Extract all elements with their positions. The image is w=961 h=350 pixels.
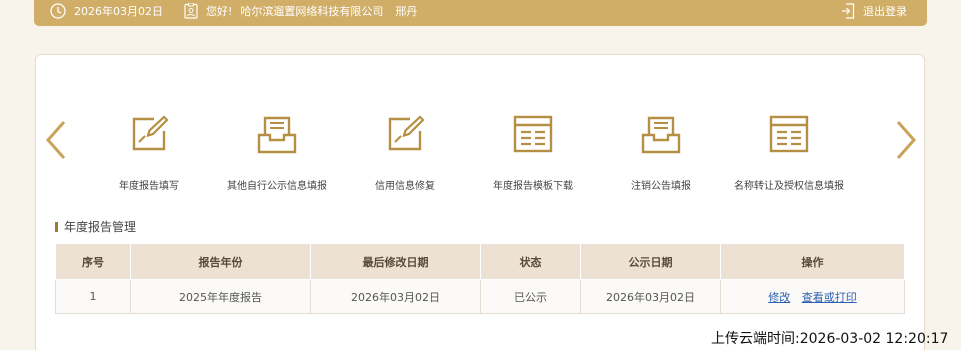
annual-report-table: 序号 报告年份 最后修改日期 状态 公示日期 操作 1 2025年年度报告 20… — [55, 243, 905, 314]
section-title-text: 年度报告管理 — [64, 220, 137, 234]
main-panel: 年度报告填写 其他自行公示信息填报 信用信息修复 年度报告模板下载 注销公告填报… — [35, 54, 925, 350]
user-name: 邢丹 — [395, 5, 418, 18]
edit-link[interactable]: 修改 — [768, 291, 790, 304]
cell-actions: 修改 查看或打印 — [720, 279, 905, 314]
top-header-bar: 2026年03月02日 您好! 哈尔滨遛置网络科技有限公司 邢丹 退出登录 — [34, 0, 927, 26]
column-header: 操作 — [720, 243, 905, 280]
edit-document-icon — [388, 115, 425, 151]
carousel-next-arrow-icon[interactable] — [894, 120, 918, 160]
header-greeting: 您好! 哈尔滨遛置网络科技有限公司 邢丹 — [184, 0, 417, 22]
upload-time-text: 上传云端时间:2026-03-02 12:20:17 — [711, 331, 949, 347]
table-header-row: 序号 报告年份 最后修改日期 状态 公示日期 操作 — [55, 243, 905, 280]
tile-name-transfer[interactable]: 名称转让及授权信息填报 — [714, 113, 864, 192]
section-marker — [55, 221, 58, 232]
user-badge-icon — [184, 3, 198, 19]
view-print-link[interactable]: 查看或打印 — [802, 291, 857, 304]
logout-button[interactable]: 退出登录 — [841, 0, 907, 22]
cell-report-year: 2025年年度报告 — [130, 279, 311, 314]
column-header: 公示日期 — [580, 243, 721, 280]
tile-label: 名称转让及授权信息填报 — [734, 181, 844, 192]
template-icon — [513, 115, 553, 153]
column-header: 状态 — [480, 243, 581, 280]
column-header: 报告年份 — [130, 243, 311, 280]
greeting-text: 您好! — [206, 5, 233, 18]
clock-icon — [50, 3, 66, 19]
header-date: 2026年03月02日 — [50, 0, 163, 22]
cell-published-date: 2026年03月02日 — [580, 279, 721, 314]
cell-index: 1 — [55, 279, 131, 314]
edit-document-icon — [132, 115, 169, 151]
company-name: 哈尔滨遛置网络科技有限公司 — [240, 5, 384, 18]
inbox-tray-icon — [641, 116, 681, 154]
cell-status: 已公示 — [480, 279, 581, 314]
logout-icon — [842, 3, 855, 19]
inbox-tray-icon — [257, 116, 297, 154]
column-header: 最后修改日期 — [310, 243, 481, 280]
template-icon — [769, 115, 809, 153]
carousel-prev-arrow-icon[interactable] — [44, 120, 68, 160]
cell-modified-date: 2026年03月02日 — [310, 279, 481, 314]
header-date-text: 2026年03月02日 — [74, 5, 163, 18]
logout-label: 退出登录 — [863, 5, 907, 18]
column-header: 序号 — [55, 243, 131, 280]
table-row: 1 2025年年度报告 2026年03月02日 已公示 2026年03月02日 … — [55, 279, 905, 314]
section-title: 年度报告管理 — [55, 218, 136, 235]
